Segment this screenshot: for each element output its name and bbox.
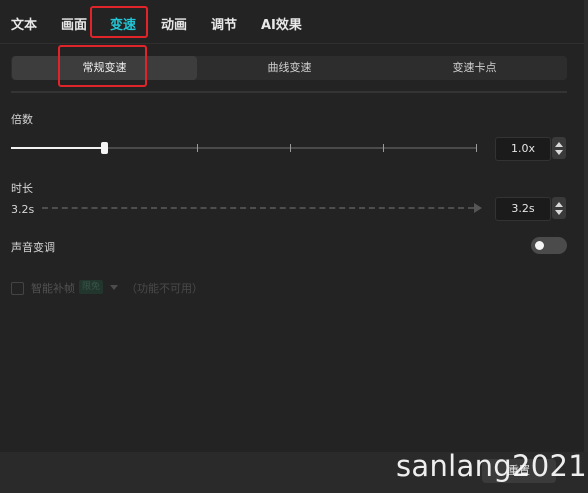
chevron-down-icon[interactable]: [555, 150, 563, 155]
duration-track: [42, 207, 474, 209]
speed-label: 倍数: [11, 113, 33, 126]
duration-label: 时长: [11, 182, 33, 195]
panel-edge: [584, 0, 588, 493]
speed-slider-tick: [383, 144, 384, 152]
pitch-toggle[interactable]: [531, 237, 567, 254]
tab-text[interactable]: 文本: [11, 14, 37, 33]
highlight-box-normal-speed: [58, 45, 147, 87]
duration-value-input[interactable]: 3.2s: [495, 197, 551, 221]
speed-value-input[interactable]: 1.0x: [495, 137, 551, 161]
section-divider: [11, 91, 567, 93]
speed-slider-tick: [476, 144, 477, 152]
duration-original: 3.2s: [11, 203, 35, 216]
pitch-label: 声音变调: [11, 241, 55, 254]
segment-curve-speed[interactable]: 曲线变速: [197, 56, 382, 80]
tab-picture[interactable]: 画面: [61, 14, 87, 33]
free-badge: 限免: [79, 280, 104, 294]
tab-adjust[interactable]: 调节: [211, 14, 237, 33]
speed-slider-tick: [290, 144, 291, 152]
tab-animation[interactable]: 动画: [161, 14, 187, 33]
speed-stepper[interactable]: [552, 137, 566, 159]
smooth-frames-label: 智能补帧: [31, 282, 75, 295]
speed-slider-tick: [197, 144, 198, 152]
tab-ai-effects[interactable]: AI效果: [261, 14, 302, 33]
smooth-frames-checkbox[interactable]: [11, 282, 24, 295]
chevron-up-icon[interactable]: [555, 142, 563, 147]
chevron-up-icon[interactable]: [555, 202, 563, 207]
toggle-knob: [535, 241, 544, 250]
speed-slider-thumb[interactable]: [101, 142, 109, 154]
top-tab-bar: 文本 画面 变速 动画 调节 AI效果: [0, 0, 588, 44]
arrow-right-icon: [474, 203, 482, 213]
caret-down-icon[interactable]: [110, 285, 118, 290]
watermark-text: sanlang2021: [396, 449, 587, 483]
chevron-down-icon[interactable]: [555, 210, 563, 215]
smooth-frames-hint: （功能不可用）: [126, 282, 203, 295]
highlight-box-speed-tab: [90, 6, 148, 38]
segment-beat-speed[interactable]: 变速卡点: [382, 56, 567, 80]
smooth-frames-row: 智能补帧 限免 （功能不可用）: [11, 280, 231, 296]
speed-slider-fill: [11, 147, 105, 149]
duration-stepper[interactable]: [552, 197, 566, 219]
